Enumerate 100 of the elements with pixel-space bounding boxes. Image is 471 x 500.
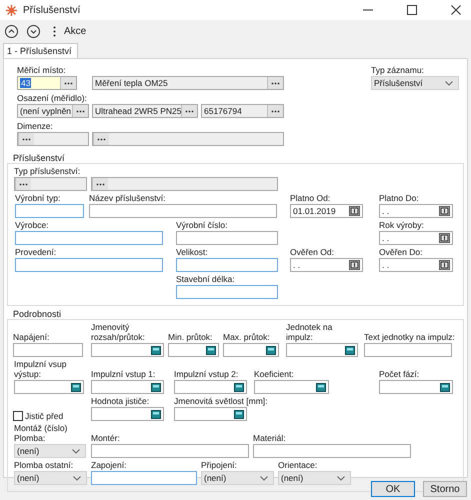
more-icon — [271, 82, 280, 84]
text-field[interactable] — [91, 471, 197, 485]
chevron-down-icon — [72, 448, 80, 454]
field-label: Impulzní vstup 1: — [91, 369, 156, 379]
dialog-button[interactable]: Storno — [423, 481, 467, 497]
lookup-field[interactable]: Měření tepla OM25 — [92, 76, 284, 90]
lookup-field[interactable]: 43 — [17, 76, 77, 90]
text-field[interactable] — [91, 444, 249, 458]
lookup-field[interactable]: (není vyplněn — [17, 104, 89, 118]
calculator-icon[interactable] — [266, 346, 276, 354]
calendar-icon[interactable] — [349, 260, 360, 270]
checkbox[interactable] — [13, 411, 23, 421]
lookup-field[interactable] — [92, 132, 284, 146]
number-field[interactable] — [174, 407, 247, 421]
calculator-icon[interactable] — [234, 382, 244, 392]
date-field[interactable]: . . — [379, 204, 453, 218]
field-label: Počet fází: — [379, 369, 420, 379]
text-field[interactable] — [176, 285, 278, 299]
text-field[interactable] — [89, 204, 277, 218]
number-field[interactable] — [379, 380, 453, 394]
number-field[interactable] — [223, 343, 279, 357]
text-field[interactable] — [176, 231, 278, 245]
calendar-icon[interactable] — [349, 206, 360, 216]
chevron-down-circle-icon[interactable] — [27, 24, 40, 38]
date-field[interactable]: . . — [379, 231, 453, 245]
date-field[interactable]: . . — [379, 258, 453, 272]
more-icon — [76, 110, 85, 112]
field-label: Jmenovitý rozsah/průtok: — [91, 322, 146, 342]
field-label: Připojení: — [201, 460, 238, 470]
dropdown[interactable]: Příslušenství — [371, 76, 459, 90]
field-label: Výrobní typ: — [15, 193, 62, 203]
date-field[interactable]: 01.01.2019 — [290, 204, 363, 218]
chevron-down-icon — [445, 80, 453, 86]
calculator-icon[interactable] — [206, 346, 216, 354]
dropdown[interactable]: (není) — [201, 471, 274, 485]
field-label: Plomba: — [14, 433, 46, 443]
text-field[interactable] — [13, 343, 83, 357]
field-label: Měřicí místo: — [17, 65, 67, 75]
lookup-field[interactable]: Ultrahead 2WR5 PN25 — [92, 104, 198, 118]
text-field[interactable] — [15, 204, 84, 218]
browse-button[interactable] — [92, 178, 108, 190]
chevron-up-circle-icon[interactable] — [5, 24, 18, 38]
field-label: Typ příslušenství: — [14, 166, 82, 176]
browse-button[interactable] — [93, 133, 109, 145]
field-label: Materiál: — [253, 433, 287, 443]
text-field[interactable] — [253, 444, 411, 458]
number-field[interactable] — [254, 380, 329, 394]
dialog-button[interactable]: OK — [371, 481, 415, 497]
browse-button[interactable] — [72, 105, 88, 117]
calculator-icon[interactable] — [151, 346, 161, 354]
more-icon — [97, 138, 106, 140]
lookup-field[interactable] — [14, 177, 87, 191]
field-label: Dimenze: — [17, 121, 54, 131]
dropdown[interactable]: (není) — [14, 444, 86, 458]
calculator-icon[interactable] — [440, 382, 450, 392]
field-label: Plomba ostatní: — [14, 460, 74, 470]
text-field[interactable] — [15, 258, 163, 272]
text-field[interactable] — [176, 258, 278, 272]
lookup-field[interactable] — [91, 177, 278, 191]
calculator-icon[interactable] — [71, 382, 81, 392]
number-field[interactable] — [91, 380, 164, 394]
calculator-icon[interactable] — [151, 382, 161, 392]
tab[interactable]: 1 - Příslušenství — [3, 43, 78, 58]
calendar-icon[interactable] — [439, 260, 450, 270]
number-field[interactable] — [286, 343, 358, 357]
number-field[interactable] — [14, 380, 84, 394]
calendar-icon[interactable] — [439, 206, 450, 216]
calculator-icon[interactable] — [345, 346, 355, 354]
actions-button[interactable]: Akce — [49, 26, 86, 36]
field-label: Jmenovitá světlost [mm]: — [174, 396, 269, 406]
field-label: Impulzní vsup výstup: — [14, 359, 68, 379]
number-field[interactable] — [91, 407, 164, 421]
checkbox-option[interactable]: Jistič před — [13, 409, 73, 423]
text-field[interactable] — [364, 343, 452, 357]
maximize-icon[interactable] — [407, 5, 417, 15]
browse-button[interactable] — [181, 105, 197, 117]
calculator-icon[interactable] — [234, 410, 244, 418]
field-label: Max. průtok: — [223, 332, 271, 342]
calculator-icon[interactable] — [316, 382, 326, 392]
field-label: Velikost: — [176, 247, 209, 257]
number-field[interactable] — [174, 380, 247, 394]
number-field[interactable] — [168, 343, 219, 357]
field-label: Napájení: — [13, 332, 50, 342]
calculator-icon[interactable] — [151, 410, 161, 418]
browse-button[interactable] — [18, 133, 34, 145]
browse-button[interactable] — [267, 105, 283, 117]
number-field[interactable] — [91, 343, 164, 357]
field-label: Platno Od: — [290, 193, 332, 203]
browse-button[interactable] — [267, 77, 283, 89]
lookup-field[interactable]: 65176794 — [201, 104, 284, 118]
browse-button[interactable] — [60, 77, 76, 89]
date-field[interactable]: . . — [290, 258, 363, 272]
calendar-icon[interactable] — [439, 233, 450, 243]
text-field[interactable] — [15, 231, 163, 245]
field-label: Osazení (měřidlo): — [17, 93, 88, 103]
close-icon[interactable] — [451, 5, 461, 15]
browse-button[interactable] — [15, 178, 31, 190]
dropdown[interactable]: (není) — [278, 471, 351, 485]
dropdown[interactable]: (není) — [14, 471, 87, 485]
lookup-field[interactable] — [17, 132, 89, 146]
